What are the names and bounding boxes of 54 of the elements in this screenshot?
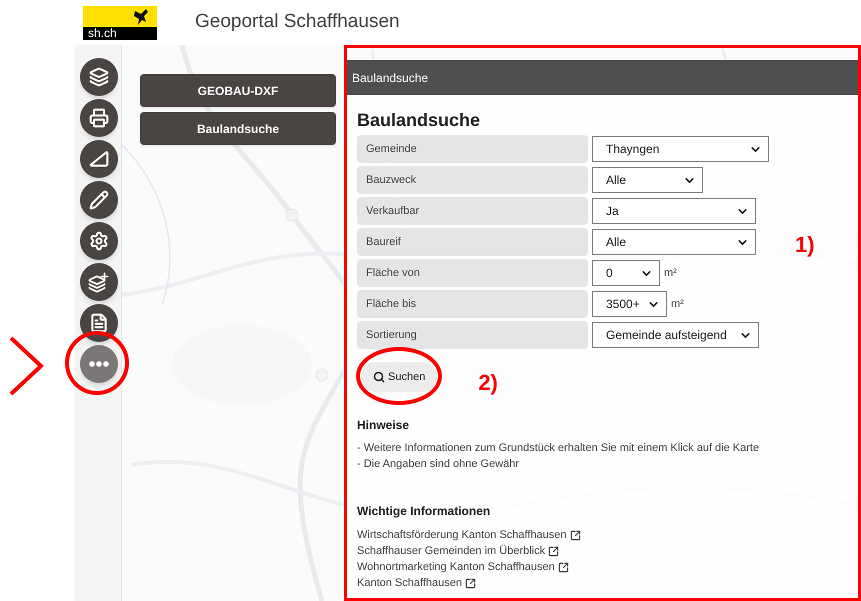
unit-label: m² — [664, 266, 677, 281]
search-button[interactable]: Suchen — [361, 362, 438, 392]
field-label: Fläche von — [357, 259, 588, 287]
field-label: Baureif — [357, 228, 588, 256]
panel-title: Baulandsuche — [352, 70, 428, 86]
hint-text: - Weitere Informationen zum Grundstück erhalten Sie mit einem Klick auf die Karte — [357, 441, 760, 456]
tool-button[interactable] — [80, 58, 118, 96]
unit-label: m² — [671, 296, 684, 312]
field-label: Fläche bis — [357, 290, 588, 318]
field-label: Gemeinde — [357, 135, 588, 163]
field-label: Sortierung — [357, 321, 588, 349]
settings-icon — [88, 231, 108, 251]
tool-button[interactable] — [80, 99, 118, 137]
tool-button[interactable] — [80, 304, 118, 342]
dropdown[interactable]: Gemeinde aufsteigend — [592, 322, 759, 348]
layers-icon — [88, 67, 108, 87]
panel-heading: Baulandsuche — [357, 109, 482, 131]
hints-heading: Hinweise — [357, 417, 410, 434]
logo: sh.ch — [83, 6, 157, 40]
tool-button[interactable] — [80, 263, 118, 301]
map-button[interactable]: GEOBAU-DXF — [140, 74, 336, 107]
dropdown[interactable]: Alle — [592, 229, 756, 255]
hint-text: - Die Angaben sind ohne Gewähr — [357, 457, 520, 472]
dropdown[interactable]: Ja — [592, 198, 756, 224]
tool-button[interactable] — [80, 181, 118, 219]
info-link[interactable]: Kanton Schaffhausen — [357, 575, 476, 591]
app-title: Geoportal Schaffhausen — [195, 10, 400, 34]
field-label: Bauzweck — [357, 166, 588, 194]
field-label: Verkaufbar — [357, 197, 588, 225]
external-link-icon — [548, 546, 560, 556]
tool-button[interactable] — [80, 140, 118, 178]
info-link[interactable]: Schaffhauser Gemeinden im Überblick — [357, 543, 560, 559]
document-icon — [88, 313, 108, 333]
tool-button[interactable] — [80, 345, 118, 383]
search-icon — [373, 371, 385, 383]
pencil-icon — [88, 190, 108, 210]
info-link[interactable]: Wohnortmarketing Kanton Schaffhausen — [357, 559, 569, 575]
dropdown[interactable]: Alle — [592, 167, 703, 193]
external-link-icon — [570, 530, 581, 540]
dropdown[interactable]: 0 — [592, 260, 660, 286]
annotation-chevron — [8, 335, 46, 397]
printer-icon — [88, 108, 108, 128]
info-link[interactable]: Wirtschaftsförderung Kanton Schaffhausen — [357, 527, 581, 543]
annotation-label: 2) — [478, 368, 498, 397]
dropdown[interactable]: Thayngen — [592, 136, 769, 162]
layers-plus-icon — [88, 271, 110, 293]
annotation-label: 1) — [795, 231, 815, 259]
dropdown[interactable]: 3500+ — [592, 291, 667, 317]
info-heading: Wichtige Informationen — [357, 503, 492, 520]
external-link-icon — [558, 562, 569, 572]
tool-button[interactable] — [80, 222, 118, 260]
external-link-icon — [465, 578, 476, 588]
more-icon — [88, 361, 108, 367]
map-button[interactable]: Baulandsuche — [140, 112, 336, 145]
